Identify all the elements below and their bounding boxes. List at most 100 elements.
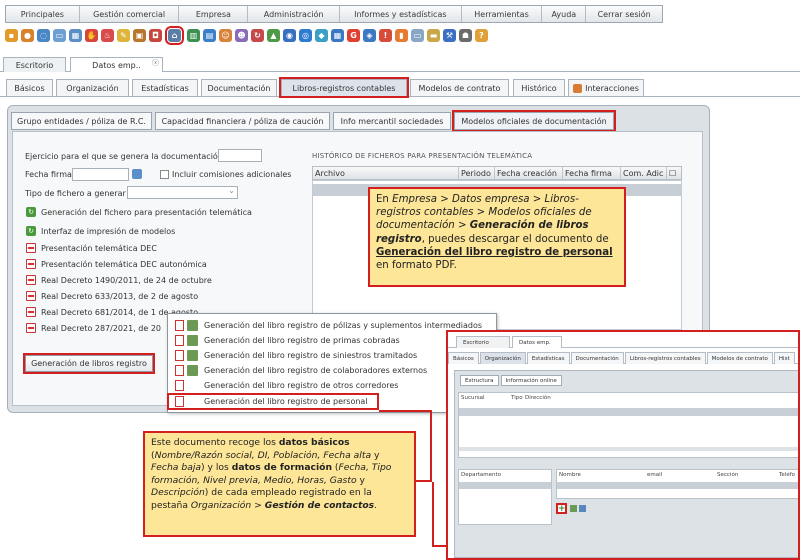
menu-item-5[interactable]: Herramientas: [462, 6, 543, 22]
network-icon[interactable]: ◆: [315, 28, 328, 42]
inset-tab-0[interactable]: Básicos: [448, 352, 479, 364]
menu-item-6[interactable]: Ayuda: [542, 6, 587, 22]
subtab-strip: Grupo entidades / póliza de R.C. Capacid…: [11, 110, 617, 132]
tab-historico[interactable]: Histórico: [513, 79, 565, 96]
inset-tab-escritorio[interactable]: Escritorio: [456, 336, 510, 348]
tab-escritorio[interactable]: Escritorio: [3, 57, 66, 72]
col-periodo[interactable]: Periodo: [459, 167, 495, 179]
bag-icon[interactable]: ◘: [149, 28, 162, 42]
excel-icon[interactable]: [570, 505, 577, 512]
table-row[interactable]: [459, 408, 798, 416]
globe-icon[interactable]: ◉: [283, 28, 296, 42]
inset-tab-5[interactable]: Modelos de contrato: [706, 352, 773, 364]
generacion-fichero-link[interactable]: Generación del fichero para presentación…: [41, 208, 252, 217]
subtab-info-mercantil[interactable]: Info mercantil sociedades: [333, 112, 451, 130]
interfaz-impresion-link[interactable]: Interfaz de impresión de modelos: [41, 227, 175, 236]
col-archivo[interactable]: Archivo: [313, 167, 459, 179]
user-icon[interactable]: ●: [21, 28, 34, 42]
pencil-icon[interactable]: ✎: [117, 28, 130, 42]
inset-window-tabs: Escritorio Datos emp.: [448, 332, 798, 348]
document-icon[interactable]: ▤: [203, 28, 216, 42]
inset-tab-datos-emp[interactable]: Datos emp.: [512, 336, 562, 348]
menu-item-label: Generación del libro registro de persona…: [204, 397, 368, 406]
tab-organizacion[interactable]: Organización: [56, 79, 129, 96]
stats-icon[interactable]: ▮: [395, 28, 408, 42]
contact-icon[interactable]: ☺: [219, 28, 232, 42]
target-icon[interactable]: ◎: [299, 28, 312, 42]
company-house-icon[interactable]: ⌂: [165, 25, 184, 45]
inset-subtab-informacion-online[interactable]: Información online: [500, 375, 562, 386]
subtab-modelos-oficiales[interactable]: Modelos oficiales de documentación: [452, 110, 616, 132]
menu-item-2[interactable]: Empresa: [179, 6, 249, 22]
tab-documentacion[interactable]: Documentación: [201, 79, 277, 96]
shield-icon[interactable]: ◈: [363, 28, 376, 42]
ejercicio-input[interactable]: [218, 149, 262, 162]
scrollbar[interactable]: [459, 447, 798, 451]
menu-item-7[interactable]: Cerrar sesión: [586, 6, 662, 22]
pdf-icon: [175, 320, 184, 331]
rd-1490-link[interactable]: Real Decreto 1490/2011, de 24 de octubre: [41, 276, 212, 285]
search-icon[interactable]: ◌: [37, 28, 50, 42]
calendar2-icon[interactable]: ▦: [331, 28, 344, 42]
calendar-icon[interactable]: [132, 169, 142, 179]
incluir-comisiones-checkbox[interactable]: [160, 170, 169, 179]
pdf-icon: [26, 243, 36, 253]
fecha-firma-input[interactable]: [72, 168, 129, 181]
inset-tab-3[interactable]: Documentación: [570, 352, 624, 364]
google-icon[interactable]: G: [347, 28, 360, 42]
fire-icon[interactable]: ♨: [101, 28, 114, 42]
inset-tab-4[interactable]: Libros-registros contables: [624, 352, 706, 364]
tab-basicos[interactable]: Básicos: [6, 79, 53, 96]
subtab-label: Capacidad financiera / póliza de caución: [161, 116, 324, 126]
briefcase-icon[interactable]: ▣: [133, 28, 146, 42]
add-contact-icon[interactable]: +: [556, 503, 567, 514]
close-icon[interactable]: ⓧ: [152, 58, 159, 68]
col-com-adic[interactable]: Com. Adic: [621, 167, 667, 179]
excel-icon: [187, 365, 198, 376]
table-row[interactable]: [557, 482, 798, 489]
menu-item-1[interactable]: Gestión comercial: [80, 6, 180, 22]
calendar-icon[interactable]: ▦: [69, 28, 82, 42]
people-icon[interactable]: ☻: [235, 28, 248, 42]
computer-icon[interactable]: ▭: [53, 28, 66, 42]
hand-icon[interactable]: ✋: [85, 28, 98, 42]
col-fecha-firma[interactable]: Fecha firma: [563, 167, 621, 179]
tipo-fichero-select[interactable]: ⌄: [127, 186, 238, 199]
generacion-libros-button[interactable]: Generación de libros registro: [23, 353, 155, 374]
folder-icon[interactable]: ▬: [427, 28, 440, 42]
history-table-header: Archivo Periodo Fecha creación Fecha fir…: [312, 166, 682, 180]
user-settings-icon[interactable]: ☗: [459, 28, 472, 42]
tab-modelos-contrato[interactable]: Modelos de contrato: [410, 79, 509, 96]
inset-tab-6[interactable]: Hist: [773, 352, 795, 364]
box-icon[interactable]: ▪: [5, 28, 18, 42]
menu-item-0[interactable]: Principales: [6, 6, 80, 22]
chart-icon[interactable]: ▲: [267, 28, 280, 42]
inset-subtab-estructura[interactable]: Estructura: [460, 375, 499, 386]
tab-interacciones[interactable]: Interacciones: [568, 79, 644, 96]
export-icon[interactable]: [579, 505, 586, 512]
menu-item-personal[interactable]: Generación del libro registro de persona…: [167, 393, 379, 410]
refresh-icon[interactable]: ↻: [251, 28, 264, 42]
subtab-capacidad-financiera[interactable]: Capacidad financiera / póliza de caución: [155, 112, 330, 130]
alert-icon[interactable]: !: [379, 28, 392, 42]
rd-287-link[interactable]: Real Decreto 287/2021, de 20: [41, 324, 161, 333]
rd-633-link[interactable]: Real Decreto 633/2013, de 2 de agosto: [41, 292, 198, 301]
note-icon[interactable]: ▭: [411, 28, 424, 42]
presentacion-dec-link[interactable]: Presentación telemática DEC: [41, 244, 157, 253]
tab-datos-emp[interactable]: Datos emp.. ⓧ: [70, 57, 163, 72]
menu-item-4[interactable]: Informes y estadísticas: [340, 6, 462, 22]
button-label: Generación de libros registro: [31, 359, 147, 368]
building-icon[interactable]: ▥: [187, 28, 200, 42]
help-icon[interactable]: ?: [475, 28, 488, 42]
subtab-grupo-entidades[interactable]: Grupo entidades / póliza de R.C.: [11, 112, 152, 130]
table-row[interactable]: [459, 482, 551, 489]
tab-libros-registros[interactable]: Libros-registros contables: [279, 77, 409, 98]
menu-item-3[interactable]: Administración: [248, 6, 340, 22]
tab-estadisticas[interactable]: Estadísticas: [132, 79, 198, 96]
inset-tab-1[interactable]: Organización: [479, 352, 526, 364]
presentacion-dec-autonomica-link[interactable]: Presentación telemática DEC autonómica: [41, 260, 207, 269]
col-fecha-creacion[interactable]: Fecha creación: [495, 167, 563, 179]
inset-tab-2[interactable]: Estadísticas: [526, 352, 570, 364]
column-menu-icon[interactable]: ☐: [667, 167, 681, 179]
wrench-icon[interactable]: ⚒: [443, 28, 456, 42]
